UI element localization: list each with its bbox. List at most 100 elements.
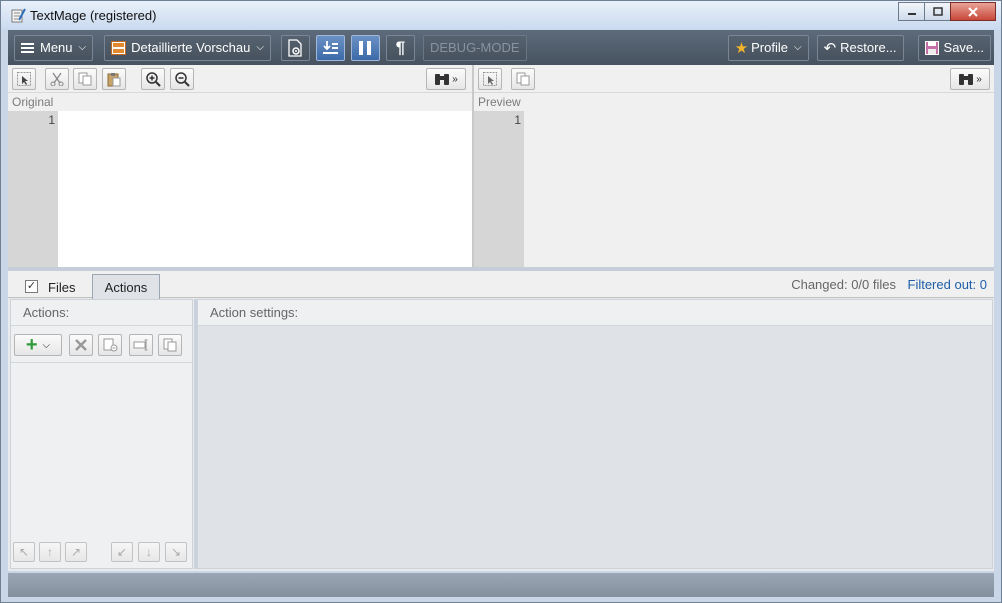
- binoculars-icon: [959, 73, 974, 85]
- title-bar: TextMage (registered): [1, 1, 1001, 30]
- copy-icon: [78, 72, 92, 86]
- move-up-button[interactable]: ↑: [39, 542, 61, 562]
- move-to-top-button[interactable]: ↖: [13, 542, 35, 562]
- maximize-button[interactable]: [924, 2, 951, 21]
- zoom-out-icon: [174, 71, 190, 87]
- preview-select-all-button[interactable]: [478, 68, 502, 90]
- app-logo-icon: [11, 8, 26, 23]
- tab-actions[interactable]: Actions: [92, 274, 160, 299]
- chevron-double-down-icon: »: [976, 73, 982, 85]
- line-number: 1: [514, 113, 521, 127]
- arrow-down-left-icon: ↙: [116, 545, 128, 559]
- menu-button[interactable]: Menu ⌵: [14, 34, 94, 61]
- original-line-gutter: 1: [8, 111, 58, 267]
- app-window: TextMage (registered) Menu ⌵ Detailliert…: [0, 0, 1002, 603]
- download-list-icon: [322, 40, 338, 54]
- clear-actions-button[interactable]: [98, 334, 122, 356]
- rename-action-button[interactable]: [129, 334, 153, 356]
- copy-icon: [163, 338, 177, 352]
- file-gear-icon: [288, 38, 303, 57]
- view-mode-label: Detaillierte Vorschau: [131, 40, 251, 55]
- chevron-down-icon: ⌵: [256, 42, 264, 53]
- action-settings-header: Action settings:: [198, 300, 992, 326]
- delete-x-icon: [75, 339, 87, 351]
- original-text-editor[interactable]: [58, 111, 472, 267]
- copy-button[interactable]: [73, 68, 97, 90]
- profile-label: Profile: [751, 40, 788, 55]
- window-title: TextMage (registered): [30, 8, 157, 23]
- main-toolbar: Menu ⌵ Detaillierte Vorschau ⌵ ¶ DEBUG-M…: [8, 30, 994, 65]
- preview-toolbar: »: [474, 65, 994, 93]
- arrow-down-icon: ↓: [146, 545, 152, 559]
- filtered-out-link[interactable]: Filtered out: 0: [908, 277, 988, 292]
- status-bar: [8, 573, 994, 597]
- zoom-in-button[interactable]: [141, 68, 165, 90]
- copy-icon: [516, 72, 530, 86]
- save-button[interactable]: Save...: [917, 34, 991, 61]
- bottom-tabs: ✓ Files Actions Changed: 0/0 files Filte…: [8, 271, 994, 299]
- whitespace-toggle[interactable]: ¶: [385, 34, 415, 61]
- window-controls: [898, 2, 996, 22]
- bottom-panel: ✓ Files Actions Changed: 0/0 files Filte…: [8, 271, 994, 571]
- plus-icon: +: [25, 334, 38, 356]
- undo-arrow-icon: ↶: [823, 39, 837, 57]
- preview-find-dropdown-button[interactable]: »: [950, 68, 990, 90]
- delete-action-button[interactable]: [69, 334, 93, 356]
- actions-panel: Actions: + ⌵ ↖ ↑ ↗ ↙ ↓ ↘: [10, 299, 193, 569]
- preview-label: Preview: [478, 95, 521, 109]
- actions-header: Actions:: [11, 300, 192, 326]
- view-mode-dropdown[interactable]: Detaillierte Vorschau ⌵: [104, 34, 271, 61]
- arrow-up-icon: ↑: [47, 545, 53, 559]
- list-remove-icon: [103, 338, 117, 352]
- restore-button[interactable]: ↶ Restore...: [816, 34, 904, 61]
- star-icon: ★: [734, 39, 749, 57]
- restore-label: Restore...: [840, 40, 897, 55]
- split-view-toggle[interactable]: [350, 34, 380, 61]
- clipboard-icon: [107, 72, 121, 86]
- hamburger-icon: [21, 43, 34, 53]
- floppy-disk-icon: [924, 40, 939, 55]
- files-checkbox[interactable]: ✓: [25, 280, 38, 293]
- original-label: Original: [12, 95, 54, 109]
- duplicate-action-button[interactable]: [158, 334, 182, 356]
- minimize-button[interactable]: [898, 2, 925, 21]
- arrow-down-right-icon: ↘: [170, 545, 182, 559]
- preview-pane: » Preview 1: [474, 65, 994, 267]
- move-down-button[interactable]: ↓: [138, 542, 160, 562]
- cursor-select-icon: [483, 72, 497, 86]
- find-dropdown-button[interactable]: »: [426, 68, 466, 90]
- debug-mode-button[interactable]: DEBUG-MODE: [422, 34, 527, 61]
- add-action-button[interactable]: + ⌵: [14, 334, 62, 356]
- original-toolbar: »: [8, 65, 472, 93]
- binoculars-icon: [435, 73, 450, 85]
- close-button[interactable]: [950, 2, 996, 21]
- preview-copy-button[interactable]: [511, 68, 535, 90]
- move-down-left-button[interactable]: ↙: [111, 542, 133, 562]
- profile-dropdown[interactable]: ★ Profile ⌵: [727, 34, 809, 61]
- cut-button[interactable]: [45, 68, 69, 90]
- columns-icon: [359, 40, 372, 55]
- settings-file-button[interactable]: [280, 34, 310, 61]
- pilcrow-icon: ¶: [395, 37, 406, 57]
- paste-button[interactable]: [102, 68, 126, 90]
- preview-text-view[interactable]: [524, 111, 994, 267]
- zoom-in-icon: [145, 71, 161, 87]
- cursor-select-icon: [17, 72, 31, 86]
- maximize-icon: [932, 7, 943, 16]
- actions-toolbar: + ⌵: [11, 327, 192, 363]
- editor-area: » Original 1 » Preview 1: [8, 65, 994, 267]
- scissors-icon: [50, 72, 64, 86]
- select-all-button[interactable]: [12, 68, 36, 90]
- move-up-right-button[interactable]: ↗: [65, 542, 87, 562]
- tab-actions-label: Actions: [104, 279, 148, 295]
- arrow-up-right-icon: ↗: [70, 545, 82, 559]
- apply-button[interactable]: [315, 34, 345, 61]
- tab-files[interactable]: Files: [48, 280, 75, 295]
- move-to-bottom-button[interactable]: ↘: [165, 542, 187, 562]
- arrow-up-left-icon: ↖: [18, 545, 30, 559]
- layout-icon: [111, 40, 127, 55]
- text-field-icon: [133, 339, 148, 351]
- zoom-out-button[interactable]: [170, 68, 194, 90]
- chevron-down-icon: ⌵: [794, 42, 802, 53]
- changed-files-status: Changed: 0/0 files: [791, 277, 896, 292]
